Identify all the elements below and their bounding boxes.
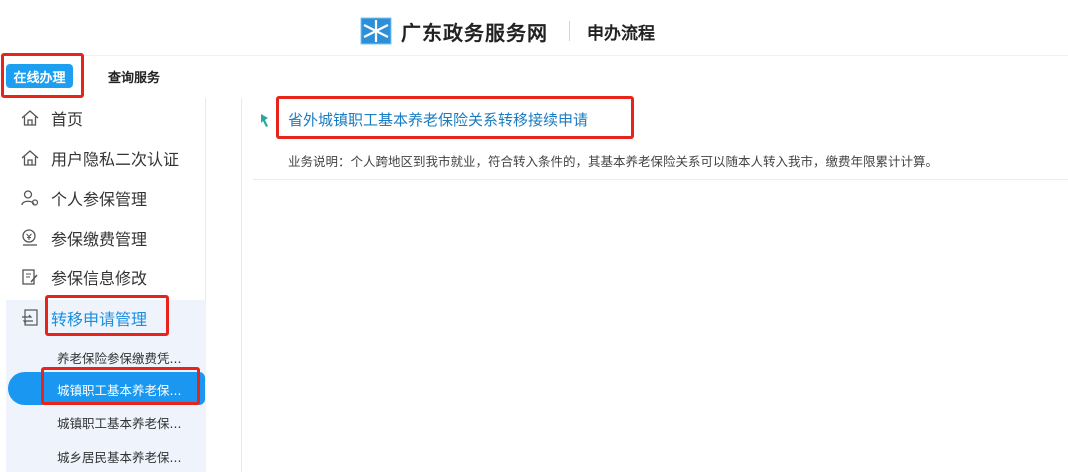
brand: 广东政务服务网 申办流程 <box>360 16 655 46</box>
pin-icon <box>259 112 271 128</box>
sidebar-item-info-edit[interactable]: 参保信息修改 <box>20 264 147 290</box>
user-group-icon <box>20 188 40 208</box>
edit-icon <box>20 267 40 287</box>
logo-icon <box>360 17 392 45</box>
sidebar-item-label: 用户隐私二次认证 <box>51 150 180 169</box>
sub-item-urban-pension[interactable]: 城镇职工基本养老保... <box>57 413 202 433</box>
brand-divider <box>569 21 570 41</box>
brand-name: 广东政务服务网 <box>401 20 548 45</box>
sidebar-item-label: 转移申请管理 <box>51 310 148 329</box>
sidebar-item-label: 参保信息修改 <box>51 269 148 288</box>
transfer-icon <box>20 308 40 328</box>
content-divider <box>241 98 242 472</box>
tab-online[interactable]: 在线办理 <box>6 64 73 88</box>
sidebar-item-label: 参保缴费管理 <box>51 230 148 249</box>
sidebar-item-transfer[interactable]: 转移申请管理 <box>20 305 147 331</box>
payment-icon <box>20 228 40 248</box>
sub-item-rural-pension[interactable]: 城乡居民基本养老保... <box>57 447 202 467</box>
tab-query[interactable]: 查询服务 <box>108 67 160 86</box>
service-title-link[interactable]: 省外城镇职工基本养老保险关系转移接续申请 <box>288 109 588 130</box>
tab-bar <box>0 56 1068 98</box>
sidebar-item-label: 个人参保管理 <box>51 190 148 209</box>
service-description: 业务说明：个人跨地区到我市就业，符合转入条件的，其基本养老保险关系可以随本人转入… <box>288 154 939 169</box>
sidebar-item-personal-insurance[interactable]: 个人参保管理 <box>20 185 147 211</box>
content-separator <box>253 179 1068 180</box>
home-icon <box>20 148 40 168</box>
sidebar-item-home[interactable]: 首页 <box>20 105 83 131</box>
page-subtitle: 申办流程 <box>587 23 655 44</box>
sub-item-pension-voucher[interactable]: 养老保险参保缴费凭... <box>57 348 202 368</box>
home-icon <box>20 108 40 128</box>
sidebar-item-privacy-auth[interactable]: 用户隐私二次认证 <box>20 145 179 171</box>
sidebar-item-payment[interactable]: 参保缴费管理 <box>20 225 147 251</box>
sub-item-urban-pension-selected[interactable]: 城镇职工基本养老保... <box>57 380 202 400</box>
sidebar-item-label: 首页 <box>51 110 84 129</box>
